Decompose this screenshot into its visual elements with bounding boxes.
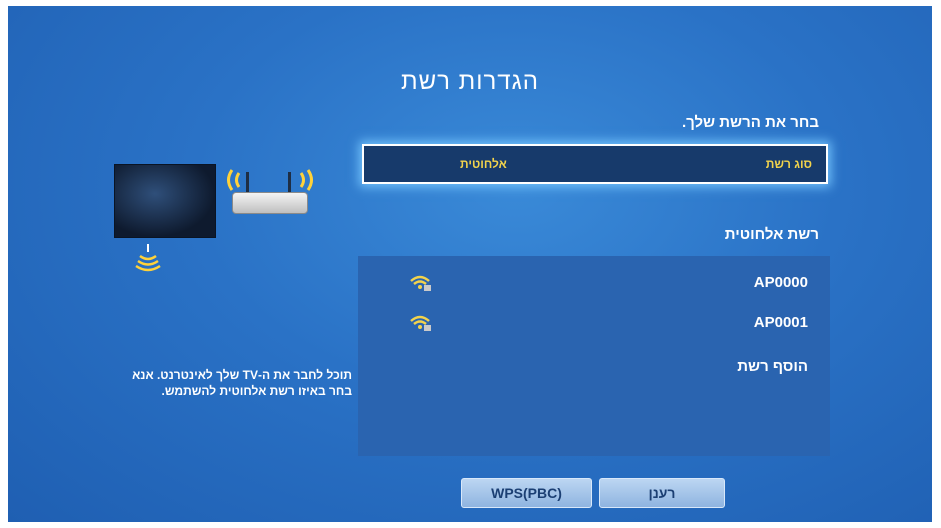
router-signal-icon [227, 169, 313, 191]
network-item-ap0001[interactable]: AP0001 [358, 314, 808, 336]
wifi-lock-icon [410, 315, 431, 331]
select-network-prompt: בחר את הרשת שלך. [681, 114, 819, 131]
help-line-1: תוכל לחבר את ה-TV שלך לאינטרנט. אנא [132, 368, 352, 382]
network-item-ap0000[interactable]: AP0000 [358, 274, 808, 296]
network-list: AP0000 AP0001 הוסף רשת [358, 256, 830, 456]
network-type-selector[interactable]: סוג רשת אלחוטית [362, 144, 828, 184]
tv-signal-icon [135, 244, 161, 272]
network-name: AP0000 [753, 274, 808, 291]
help-text: תוכל לחבר את ה-TV שלך לאינטרנט. אנא בחר … [8, 367, 352, 399]
refresh-button[interactable]: רענן [599, 478, 725, 508]
page-title: הגדרות רשת [401, 68, 539, 95]
wireless-network-heading: רשת אלחוטית [724, 226, 819, 243]
network-settings-screen: הגדרות רשת בחר את הרשת שלך. סוג רשת אלחו… [8, 6, 932, 522]
wifi-lock-icon [410, 275, 431, 291]
network-name: AP0001 [753, 314, 808, 331]
add-network-item[interactable]: הוסף רשת [737, 358, 808, 375]
tv-illustration [114, 164, 216, 238]
network-type-value: אלחוטית [460, 157, 507, 171]
help-line-2: בחר באיזו רשת אלחוטית להשתמש. [161, 384, 352, 398]
network-type-label: סוג רשת [765, 157, 812, 171]
wps-pbc-button[interactable]: WPS(PBC) [461, 478, 592, 508]
